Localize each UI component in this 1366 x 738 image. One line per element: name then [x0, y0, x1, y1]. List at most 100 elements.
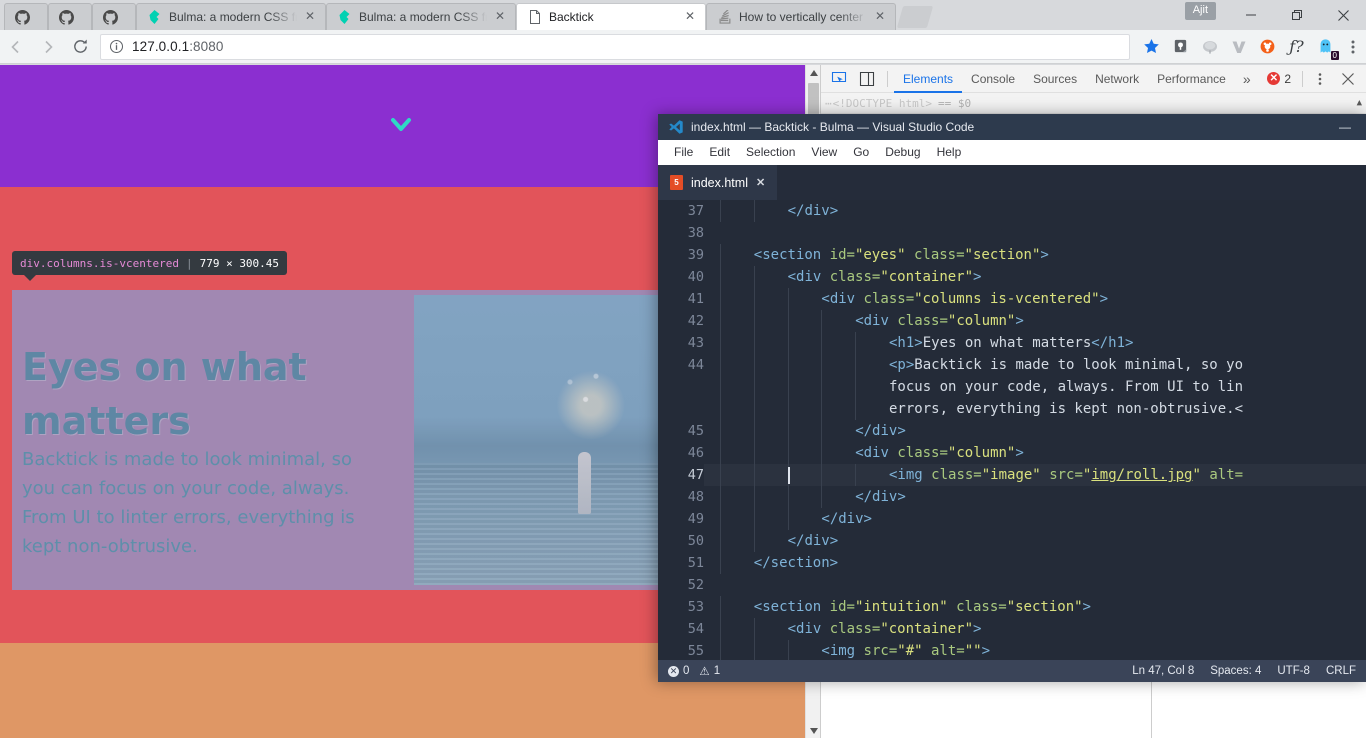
indent-guide [821, 376, 823, 398]
close-icon[interactable]: ✕ [683, 10, 697, 24]
menu-selection[interactable]: Selection [738, 140, 803, 165]
menu-view[interactable]: View [803, 140, 845, 165]
code-line[interactable]: 41 <div class="columns is-vcentered"> [658, 288, 1366, 310]
ghost-icon[interactable]: 0 [1311, 30, 1340, 64]
code-line[interactable]: 38 [658, 222, 1366, 244]
close-button[interactable] [1320, 0, 1366, 30]
close-icon[interactable] [1334, 66, 1362, 92]
menu-debug[interactable]: Debug [877, 140, 928, 165]
devtools-breadcrumb[interactable]: ⋯ <!DOCTYPE html> == $0 ▲ [821, 93, 1366, 114]
info-icon[interactable] [109, 39, 124, 54]
more-tabs-icon[interactable]: » [1235, 71, 1259, 87]
lamp-icon[interactable] [1166, 30, 1195, 64]
back-icon[interactable] [0, 30, 32, 64]
browser-tab-stackoverflow[interactable]: How to vertically center c ✕ [706, 3, 896, 30]
code-line[interactable]: 53 <section id="intuition" class="section… [658, 596, 1366, 618]
error-count[interactable]: ✕ 2 [1267, 72, 1299, 86]
code-editor[interactable]: 37 </div> 38 39 <section id="eyes" class="se… [658, 200, 1366, 660]
browser-tab-title: Bulma: a modern CSS fra [359, 10, 487, 24]
tab-sources[interactable]: Sources [1024, 65, 1086, 93]
status-cursor-position[interactable]: Ln 47, Col 8 [1132, 665, 1194, 677]
globe-icon[interactable] [1195, 30, 1224, 64]
breadcrumb-node[interactable]: <!DOCTYPE html> [833, 97, 932, 110]
code-line[interactable]: 52 [658, 574, 1366, 596]
vscode-title-bar: index.html — Backtick - Bulma — Visual S… [658, 114, 1366, 140]
status-errors[interactable]: ✕ 0 [668, 665, 689, 677]
kebab-icon[interactable] [1340, 39, 1366, 55]
browser-tab-bulma-2[interactable]: Bulma: a modern CSS fra ✕ [326, 3, 516, 30]
menu-go[interactable]: Go [845, 140, 877, 165]
code-line[interactable]: 48 </div> [658, 486, 1366, 508]
kebab-icon[interactable] [1306, 66, 1334, 92]
user-profile-chip[interactable]: Ajit [1184, 2, 1216, 20]
close-icon[interactable]: ✕ [756, 176, 765, 189]
status-eol[interactable]: CRLF [1326, 665, 1356, 677]
code-line[interactable]: errors, everything is kept non-obtrusive… [658, 398, 1366, 420]
reload-icon[interactable] [64, 30, 96, 64]
menu-edit[interactable]: Edit [701, 140, 738, 165]
forward-icon[interactable] [32, 30, 64, 64]
f-question-icon[interactable]: ƒ? [1282, 30, 1311, 64]
close-icon[interactable]: ✕ [873, 10, 887, 24]
code-line[interactable]: 50 </div> [658, 530, 1366, 552]
scroll-down-arrow[interactable] [806, 723, 821, 738]
tab-elements[interactable]: Elements [894, 65, 962, 93]
line-number: 42 [687, 313, 704, 329]
devtools-toolbar-right: ✕ 2 [1267, 66, 1362, 92]
code-line[interactable]: 39 <section id="eyes" class="section"> [658, 244, 1366, 266]
code-line[interactable]: 44 <p>Backtick is made to look minimal, s… [658, 354, 1366, 376]
browser-tab-pinned-3[interactable] [92, 3, 136, 30]
code-token: <div [855, 445, 898, 461]
device-toolbar-icon[interactable] [853, 66, 881, 92]
menu-file[interactable]: File [666, 140, 701, 165]
code-line[interactable]: 43 <h1>Eyes on what matters</h1> [658, 332, 1366, 354]
indent-guide [720, 442, 721, 464]
code-line[interactable]: 54 <div class="container"> [658, 618, 1366, 640]
indent-guide [720, 288, 721, 310]
stackoverflow-icon [717, 10, 732, 25]
status-encoding[interactable]: UTF-8 [1277, 665, 1310, 677]
status-indentation[interactable]: Spaces: 4 [1210, 665, 1261, 677]
new-tab-button[interactable] [896, 6, 934, 28]
vscode-minimize-button[interactable]: — [1324, 114, 1366, 140]
browser-tab-pinned-1[interactable] [4, 3, 48, 30]
inspect-element-icon[interactable] [825, 66, 853, 92]
breadcrumb-overflow-icon[interactable]: ⋯ [825, 97, 832, 110]
address-bar[interactable]: 127.0.0.1:8080 [100, 33, 1130, 60]
scroll-up-arrow[interactable] [806, 65, 821, 80]
code-line[interactable]: 47 <img class="image" src="img/roll.jpg" … [658, 464, 1366, 486]
bulma-icon [147, 10, 162, 25]
tab-network[interactable]: Network [1086, 65, 1148, 93]
code-line[interactable]: 46 <div class="column"> [658, 442, 1366, 464]
url-host: 127.0.0.1 [132, 39, 190, 54]
star-icon[interactable] [1136, 38, 1166, 55]
status-right: Ln 47, Col 8 Spaces: 4 UTF-8 CRLF [1132, 665, 1356, 677]
lifebuoy-icon[interactable] [1253, 30, 1282, 64]
close-icon[interactable]: ✕ [493, 10, 507, 24]
status-warnings[interactable]: ⚠ 1 [699, 664, 720, 678]
tab-console[interactable]: Console [962, 65, 1024, 93]
code-line[interactable]: 37 </div> [658, 200, 1366, 222]
close-icon[interactable]: ✕ [303, 10, 317, 24]
code-line[interactable]: 45 </div> [658, 420, 1366, 442]
code-line[interactable]: 55 <img src="#" alt=""> [658, 640, 1366, 660]
v-icon[interactable] [1224, 30, 1253, 64]
minimize-button[interactable] [1228, 0, 1274, 30]
editor-tab-index-html[interactable]: 5 index.html ✕ [658, 165, 778, 200]
code-line[interactable]: 42 <div class="column"> [658, 310, 1366, 332]
indent-guide [821, 398, 823, 420]
chevron-down-icon[interactable] [390, 115, 412, 135]
code-token: id= [829, 599, 855, 615]
browser-tab-bulma-1[interactable]: Bulma: a modern CSS fra ✕ [136, 3, 326, 30]
chevron-up-icon[interactable]: ▲ [1357, 98, 1362, 108]
menu-help[interactable]: Help [929, 140, 970, 165]
code-token: focus on your code, always. From UI to l… [889, 379, 1244, 395]
maximize-button[interactable] [1274, 0, 1320, 30]
browser-tab-pinned-2[interactable] [48, 3, 92, 30]
tab-performance[interactable]: Performance [1148, 65, 1235, 93]
code-line[interactable]: 40 <div class="container"> [658, 266, 1366, 288]
code-line[interactable]: focus on your code, always. From UI to l… [658, 376, 1366, 398]
code-line[interactable]: 51 </section> [658, 552, 1366, 574]
code-line[interactable]: 49 </div> [658, 508, 1366, 530]
browser-tab-backtick[interactable]: Backtick ✕ [516, 3, 706, 30]
